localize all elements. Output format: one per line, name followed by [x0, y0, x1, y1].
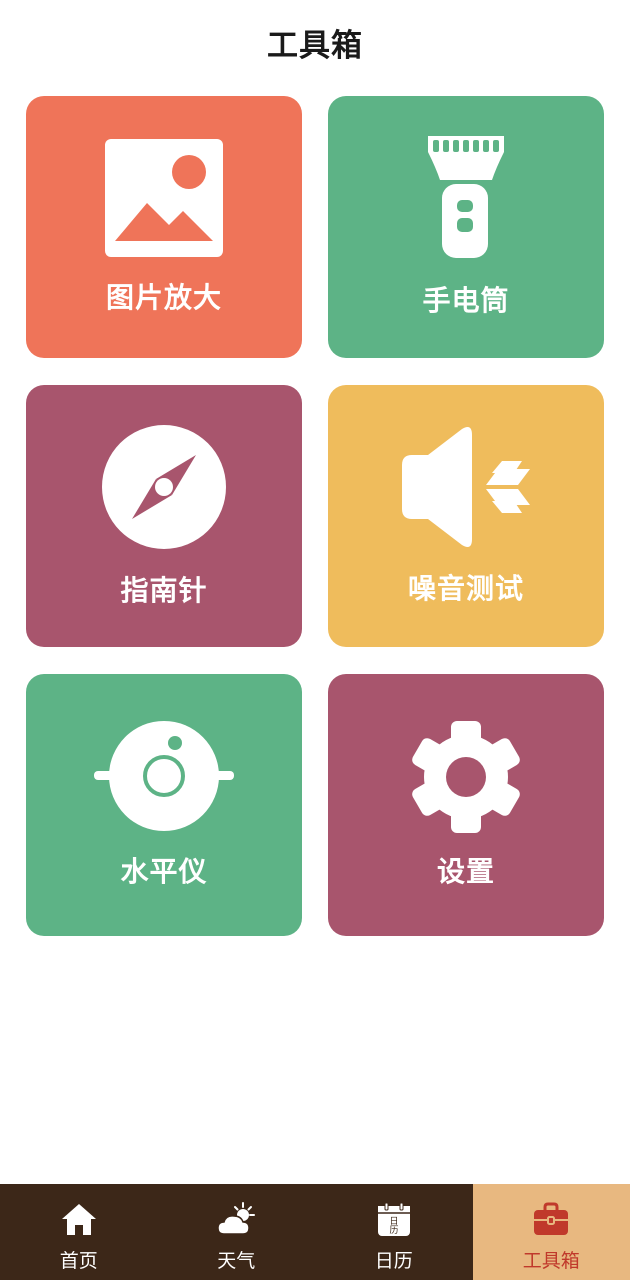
home-icon [61, 1204, 96, 1235]
tool-label: 指南针 [120, 574, 208, 607]
tab-label: 日历 [374, 1250, 413, 1272]
tab-label: 天气 [217, 1250, 256, 1272]
flashlight-icon [328, 96, 604, 296]
page-title: 工具箱 [267, 27, 363, 64]
tool-tile-noise-test[interactable]: 噪音测试 [328, 385, 604, 647]
tool-tile-compass[interactable]: 指南针 [26, 385, 302, 647]
tool-label: 图片放大 [105, 281, 222, 314]
tab-home[interactable]: 首页 [0, 1184, 158, 1280]
tool-label: 噪音测试 [407, 572, 524, 605]
bottom-tab-bar: 首页 天气 日 历 日历 工具箱 [0, 1184, 630, 1280]
gear-icon [328, 674, 604, 874]
tool-label: 水平仪 [120, 855, 208, 888]
compass-icon [26, 385, 302, 585]
tab-label: 首页 [59, 1250, 98, 1272]
weather-icon [217, 1202, 256, 1235]
tool-label: 设置 [436, 855, 495, 888]
calendar-icon-text-bottom: 历 [389, 1225, 398, 1236]
level-icon [26, 674, 302, 874]
tab-calendar[interactable]: 日 历 日历 [315, 1184, 473, 1280]
tool-tile-settings[interactable]: 设置 [328, 674, 604, 936]
tool-label: 手电筒 [422, 284, 510, 317]
tool-tile-image-zoom[interactable]: 图片放大 [26, 96, 302, 358]
speaker-icon [328, 385, 604, 585]
toolbox-icon [534, 1202, 569, 1235]
calendar-icon: 日 历 [377, 1202, 410, 1236]
image-icon [26, 96, 302, 296]
tool-tile-level[interactable]: 水平仪 [26, 674, 302, 936]
tool-tile-flashlight[interactable]: 手电筒 [328, 96, 604, 358]
tab-weather[interactable]: 天气 [158, 1184, 316, 1280]
page-header: 工具箱 [0, 0, 630, 84]
tab-label: 工具箱 [522, 1250, 580, 1272]
tab-toolbox[interactable]: 工具箱 [472, 1184, 630, 1280]
